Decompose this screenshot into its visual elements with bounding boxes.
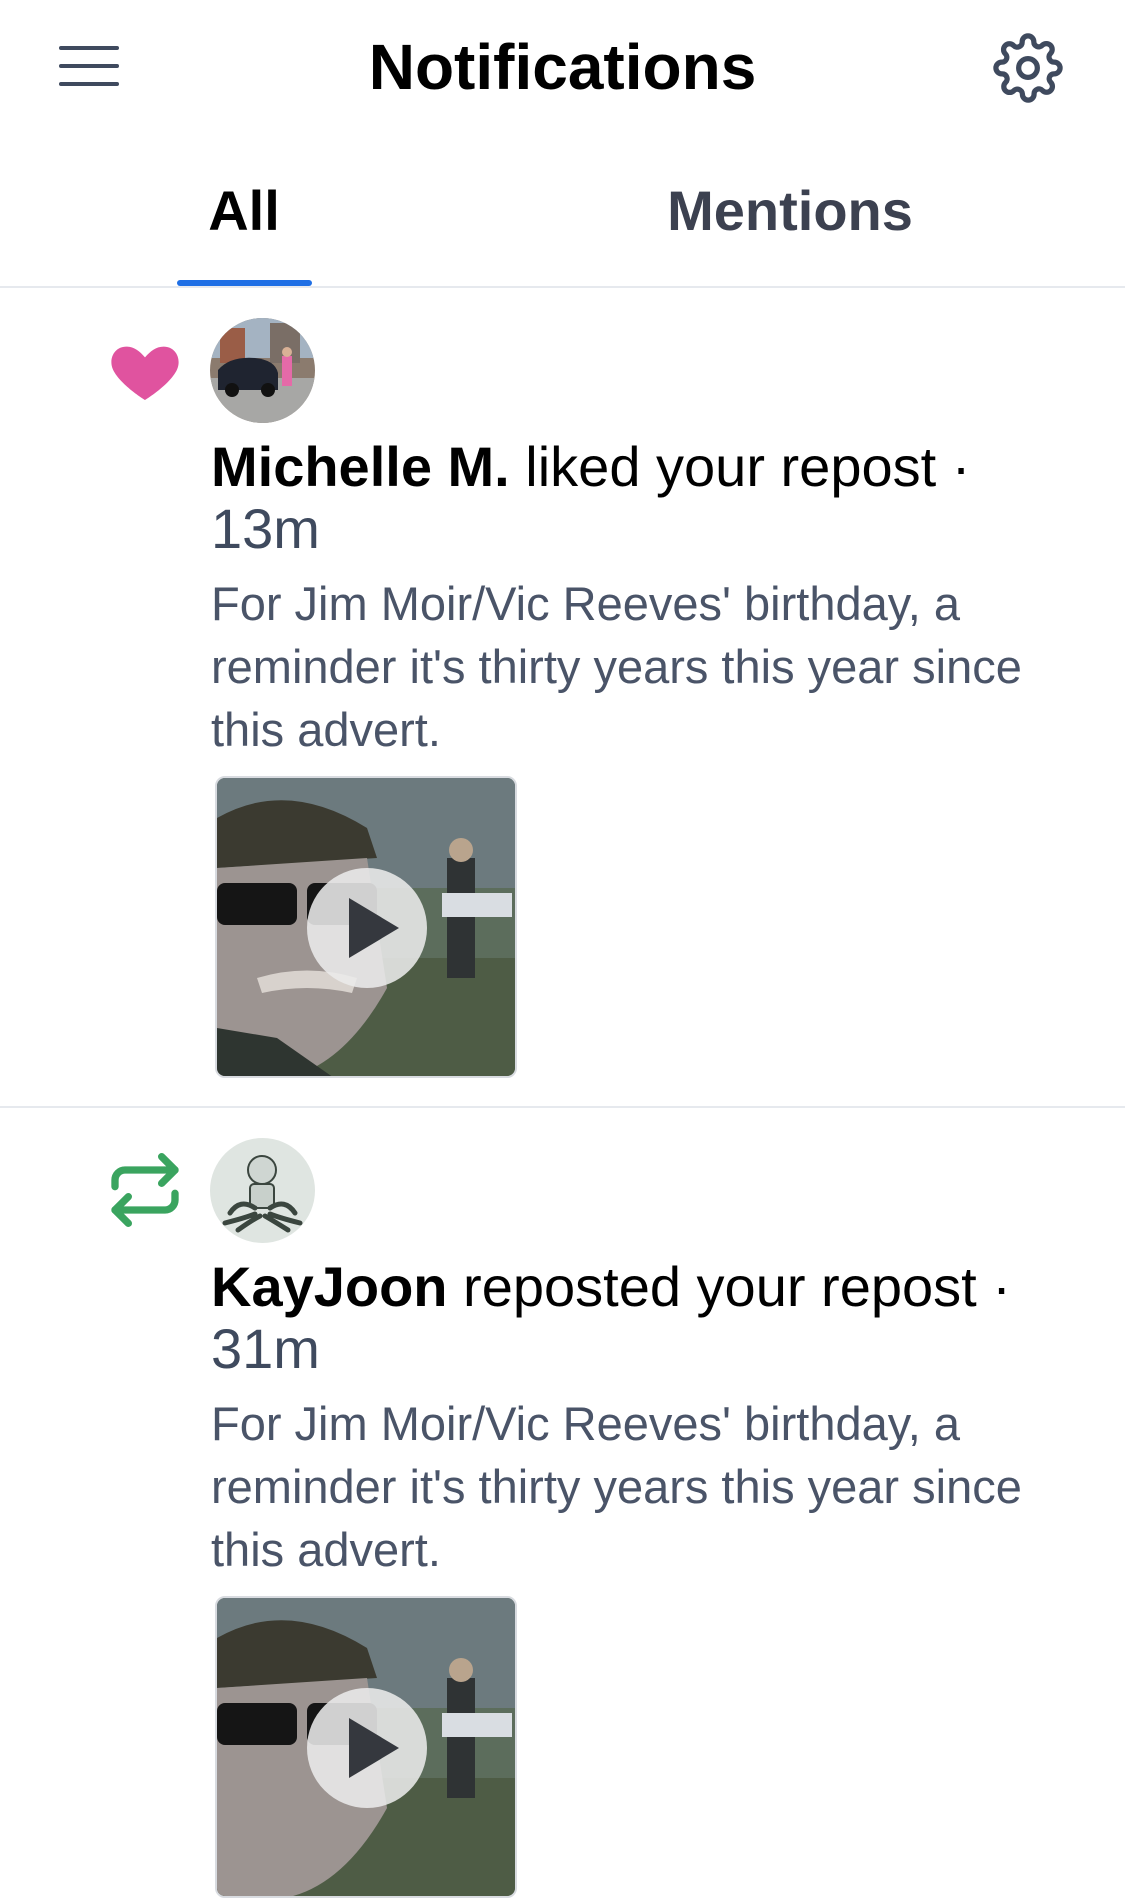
active-tab-indicator [177,280,312,286]
tab-all[interactable]: All [178,178,310,243]
tab-mentions[interactable]: Mentions [640,178,940,243]
timestamp: 31m [211,1317,320,1380]
action-text: reposted your repost · [447,1255,1011,1318]
avatar[interactable] [210,318,315,423]
play-icon[interactable] [307,1688,427,1808]
user-name[interactable]: Michelle M. [211,435,510,498]
heart-icon [105,330,185,410]
video-thumbnail[interactable] [215,1596,517,1898]
action-text: liked your repost · [509,435,971,498]
notification-item[interactable]: KayJoon reposted your repost · 31m For J… [0,1110,1125,1898]
timestamp: 13m [211,497,320,560]
page-title: Notifications [368,31,757,103]
tab-bar: All Mentions [0,150,1125,288]
play-icon[interactable] [307,868,427,988]
avatar[interactable] [210,1138,315,1243]
gear-icon [993,33,1063,103]
notification-item[interactable]: Michelle M. liked your repost · 13m For … [0,290,1125,1108]
post-snippet: For Jim Moir/Vic Reeves' birthday, a rem… [211,1397,1022,1576]
notification-text: Michelle M. liked your repost · 13m [211,436,1071,560]
top-bar: Notifications [0,0,1125,130]
post-snippet: For Jim Moir/Vic Reeves' birthday, a rem… [211,577,1022,756]
repost-icon [105,1150,185,1230]
user-name[interactable]: KayJoon [211,1255,448,1318]
settings-button[interactable] [993,33,1063,103]
notification-text: KayJoon reposted your repost · 31m [211,1256,1071,1380]
video-thumbnail[interactable] [215,776,517,1078]
